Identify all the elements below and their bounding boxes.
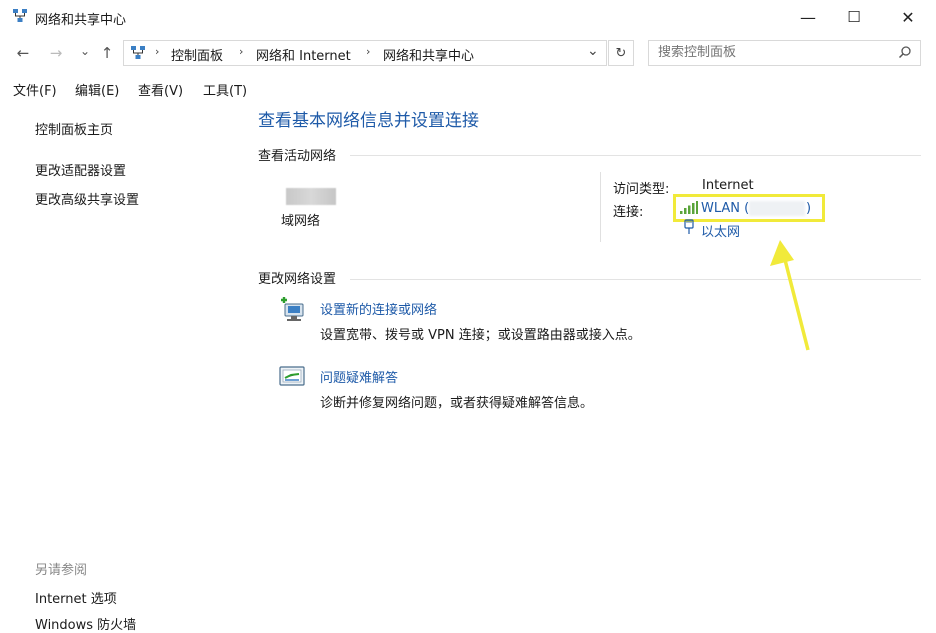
new-connection-icon — [281, 297, 304, 321]
up-button[interactable]: ↑ — [97, 43, 117, 63]
access-type-value: Internet — [702, 178, 754, 193]
menu-view[interactable]: 查看(V) — [138, 80, 183, 99]
breadcrumb-separator: › — [155, 45, 160, 58]
minimize-button[interactable]: — — [785, 0, 831, 34]
ethernet-connection-link[interactable]: 以太网 — [701, 221, 740, 240]
breadcrumb-separator: › — [366, 45, 371, 58]
troubleshoot-link[interactable]: 问题疑难解答 — [320, 367, 398, 386]
maximize-button[interactable]: ☐ — [831, 0, 877, 34]
search-box[interactable] — [648, 40, 921, 66]
search-input[interactable] — [658, 45, 878, 60]
troubleshoot-icon — [279, 366, 305, 386]
network-name: 域网络 — [281, 214, 321, 229]
setup-new-connection-link[interactable]: 设置新的连接或网络 — [320, 299, 437, 318]
section-divider — [350, 279, 921, 280]
ethernet-icon — [684, 219, 694, 234]
close-button[interactable]: ✕ — [885, 0, 931, 34]
wlan-connection-link-end[interactable]: ) — [806, 201, 811, 216]
breadcrumb-item[interactable]: 网络和共享中心 — [383, 45, 474, 64]
section-divider — [350, 155, 921, 156]
change-adapter-settings-link[interactable]: 更改适配器设置 — [35, 160, 126, 179]
menu-file[interactable]: 文件(F) — [13, 80, 57, 99]
wlan-name-redacted — [749, 201, 805, 216]
search-icon[interactable] — [898, 45, 912, 59]
refresh-button[interactable]: ↻ — [608, 40, 634, 66]
internet-options-link[interactable]: Internet 选项 — [35, 588, 117, 607]
back-button[interactable]: ← — [13, 43, 33, 63]
change-advanced-sharing-link[interactable]: 更改高级共享设置 — [35, 189, 139, 208]
menu-edit[interactable]: 编辑(E) — [75, 80, 119, 99]
breadcrumb-separator: › — [239, 45, 244, 58]
address-dropdown-icon[interactable]: ⌄ — [587, 43, 599, 59]
network-icon — [13, 9, 27, 22]
menu-tools[interactable]: 工具(T) — [203, 80, 247, 99]
vertical-divider — [600, 172, 601, 242]
breadcrumb-item[interactable]: 控制面板 — [171, 45, 223, 64]
control-panel-home-link[interactable]: 控制面板主页 — [35, 119, 113, 138]
wifi-signal-icon — [680, 201, 698, 214]
title-bar: 网络和共享中心 — ☐ ✕ — [0, 0, 936, 34]
access-type-label: 访问类型: — [613, 182, 670, 197]
troubleshoot-description: 诊断并修复网络问题，或者获得疑难解答信息。 — [320, 396, 594, 411]
annotation-arrow-icon — [770, 240, 810, 351]
breadcrumb-item[interactable]: 网络和 Internet — [256, 45, 351, 64]
connections-label: 连接: — [613, 205, 644, 220]
see-also-heading: 另请参阅 — [35, 563, 88, 578]
forward-button[interactable]: → — [46, 43, 66, 63]
recent-locations-button[interactable]: ⌄ — [75, 41, 95, 61]
setup-new-connection-description: 设置宽带、拨号或 VPN 连接；或设置路由器或接入点。 — [320, 328, 641, 343]
network-image-redacted — [286, 188, 336, 205]
active-networks-heading: 查看活动网络 — [258, 149, 337, 164]
wlan-connection-link[interactable]: WLAN ( — [701, 201, 749, 216]
network-icon — [131, 46, 145, 59]
change-network-settings-heading: 更改网络设置 — [258, 272, 337, 287]
window-title: 网络和共享中心 — [35, 13, 127, 28]
page-title: 查看基本网络信息并设置连接 — [258, 111, 479, 131]
windows-firewall-link[interactable]: Windows 防火墙 — [35, 614, 136, 633]
